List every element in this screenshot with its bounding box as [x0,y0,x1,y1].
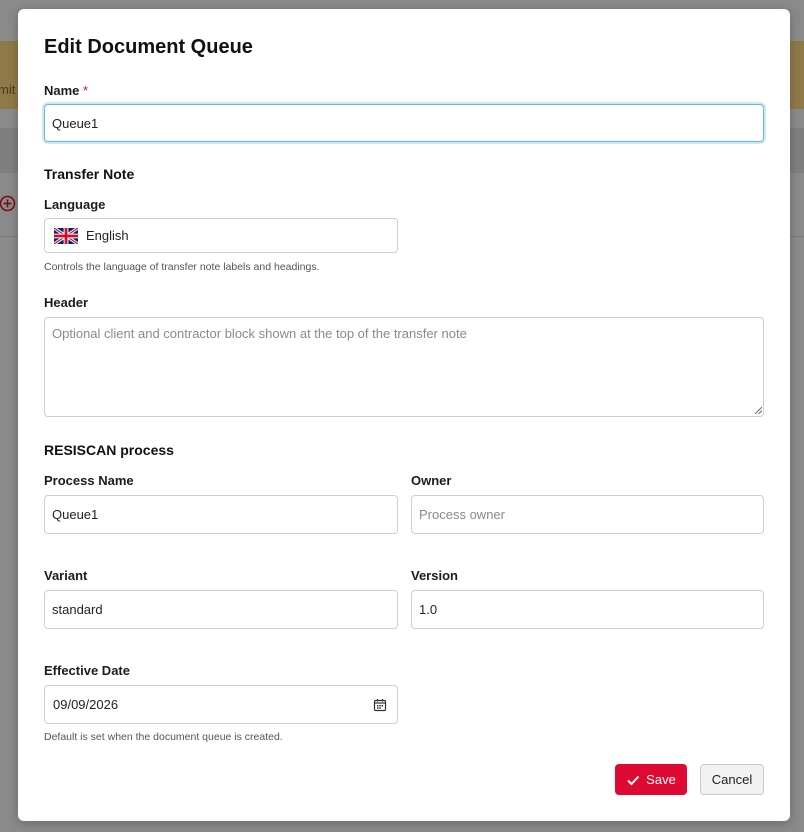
variant-input[interactable] [44,590,398,629]
language-value: English [86,228,129,243]
save-button[interactable]: Save [615,764,687,795]
effective-date-help-text: Default is set when the document queue i… [44,731,283,743]
edit-document-queue-dialog: Edit Document Queue Name * Transfer Note… [18,9,790,821]
header-label: Header [44,295,89,310]
process-name-input[interactable] [44,495,398,534]
add-circle-icon [0,195,16,212]
effective-date-label: Effective Date [44,663,130,678]
save-button-label: Save [646,772,676,787]
version-input[interactable] [411,590,764,629]
background-banner-text: mit [0,82,16,97]
transfer-note-section-title: Transfer Note [44,166,135,182]
check-icon [627,775,640,785]
required-mark: * [83,83,89,98]
dialog-title: Edit Document Queue [44,36,253,58]
owner-input[interactable] [411,495,764,534]
name-label: Name * [44,83,88,98]
owner-label: Owner [411,473,452,488]
effective-date-input[interactable]: 09/09/2026 [44,685,398,724]
resiscan-process-section-title: RESISCAN process [44,442,174,458]
uk-flag-icon [54,227,78,244]
language-help-text: Controls the language of transfer note l… [44,261,320,273]
process-name-label: Process Name [44,473,134,488]
name-input[interactable] [44,104,764,142]
effective-date-value: 09/09/2026 [53,697,119,712]
variant-label: Variant [44,568,88,583]
header-textarea[interactable] [44,317,764,417]
version-label: Version [411,568,458,583]
language-select[interactable]: English [44,218,398,253]
cancel-button[interactable]: Cancel [700,764,764,795]
resize-grip-icon[interactable] [754,406,762,414]
calendar-icon[interactable] [373,698,387,712]
name-label-text: Name [44,83,80,98]
language-label: Language [44,197,106,212]
